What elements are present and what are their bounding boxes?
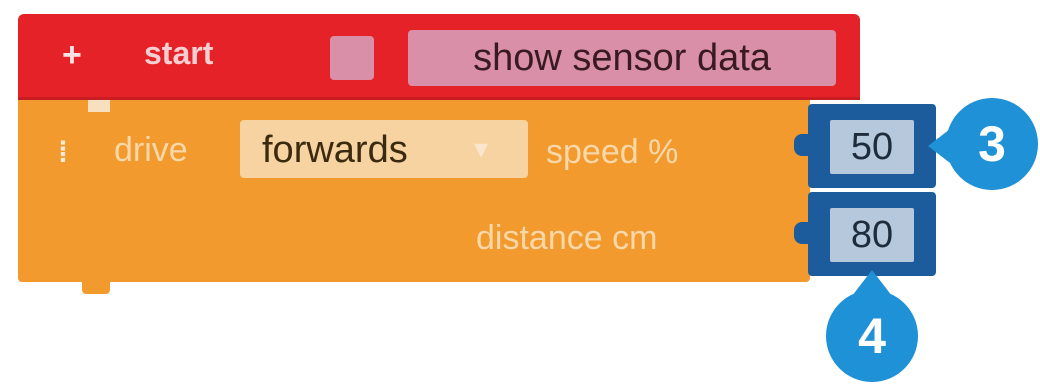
drive-grip-icon[interactable]: ⁞ — [58, 138, 68, 168]
chevron-down-icon[interactable]: ▾ — [474, 134, 488, 164]
distance-label: distance cm — [476, 219, 658, 257]
distance-slot-connector — [794, 222, 808, 244]
start-label: start — [144, 35, 214, 71]
callout-3: 3 — [946, 98, 1038, 190]
direction-value[interactable]: forwards — [262, 130, 408, 170]
start-parameter-swatch[interactable] — [330, 36, 374, 80]
callout-4: 4 — [826, 290, 918, 382]
drive-label: drive — [114, 131, 188, 169]
speed-label: speed % — [546, 133, 679, 171]
block-canvas: + start show sensor data ⁞ drive forward… — [0, 0, 1040, 387]
show-sensor-data-field[interactable]: show sensor data — [408, 30, 836, 86]
speed-value-input[interactable]: 50 — [830, 120, 914, 174]
drive-block-bottom-notch — [82, 280, 110, 294]
distance-value-input[interactable]: 80 — [830, 208, 914, 262]
start-plus-icon[interactable]: + — [62, 38, 82, 72]
drive-block-top-notch — [88, 100, 110, 112]
speed-slot-connector — [794, 134, 808, 156]
